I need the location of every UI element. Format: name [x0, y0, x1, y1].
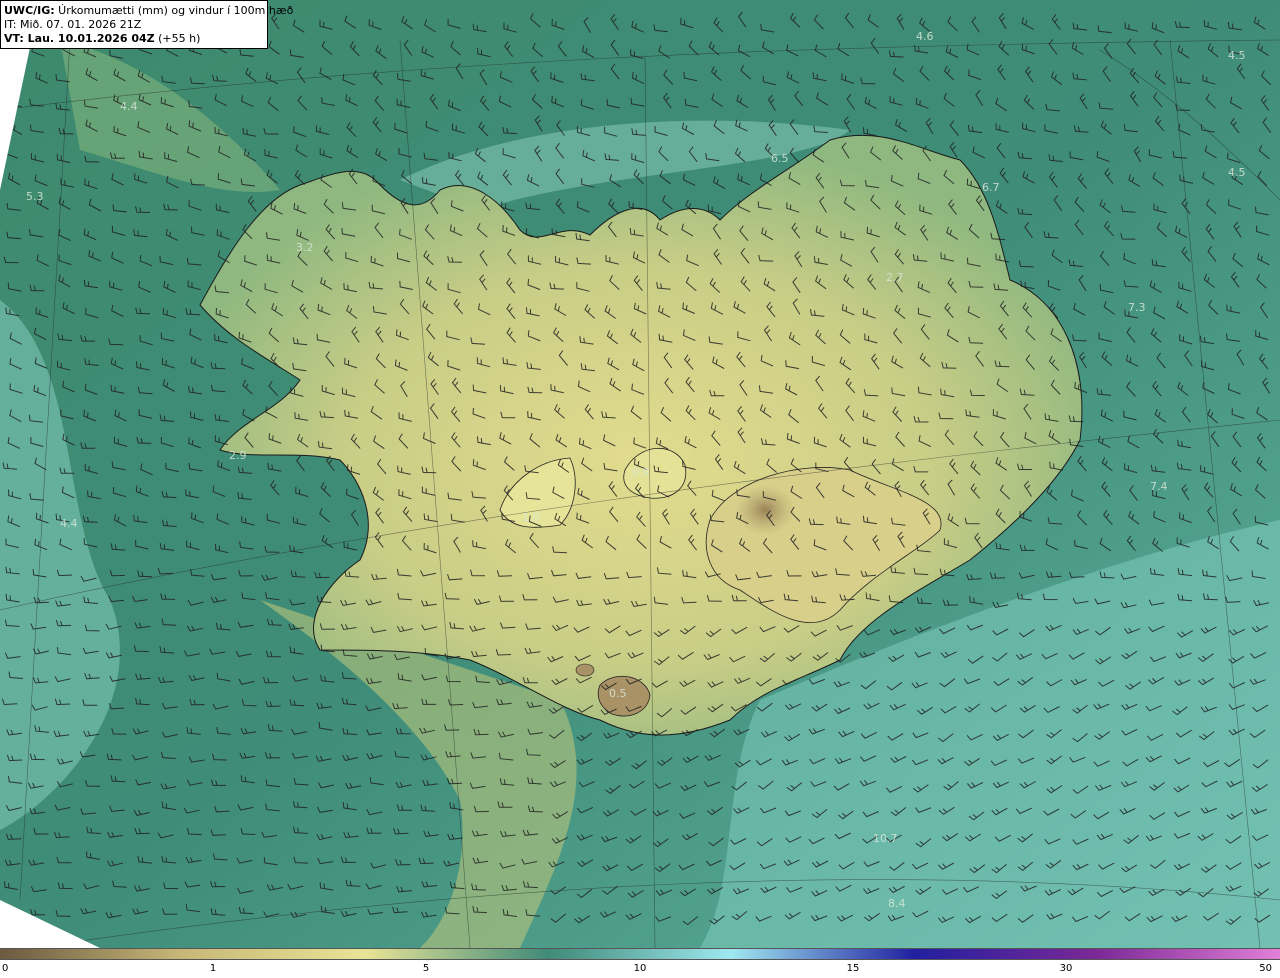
value-label: 10.7: [873, 832, 898, 845]
value-label: 8.4: [888, 897, 906, 910]
forecast-lead: (+55 h): [154, 32, 201, 45]
product-title-line: UWC/IG: Úrkomumætti (mm) og vindur í 100…: [4, 4, 293, 18]
value-label: 0.9: [632, 466, 650, 479]
issue-time: IT: Mið. 07. 01. 2026 21Z: [4, 18, 142, 31]
value-label: 1.0: [522, 511, 540, 524]
value-label: 0.5: [609, 687, 627, 700]
value-label: 6.5: [771, 152, 789, 165]
colorbar-tick: 1: [209, 963, 217, 974]
value-label: 5.3: [26, 190, 44, 203]
colorbar-tick: 15: [846, 963, 860, 974]
value-label: 6.7: [982, 181, 1000, 194]
vatnajokull-high-area: [735, 485, 795, 535]
value-label: 4.6: [916, 30, 934, 43]
valid-time: VT: Lau. 10.01.2026 04Z: [4, 32, 155, 45]
colorbar-tick: 50: [1259, 963, 1272, 974]
eyjafjallajokull: [575, 663, 595, 677]
precipitation-map: 4.6 4.5 4.4 6.5 4.5 5.3 6.7 3.2 2.7 7.3 2.9 7.4 4.4 1…: [0, 0, 1280, 948]
value-label: 2.9: [229, 449, 247, 462]
value-label: 3.2: [296, 241, 314, 254]
colorbar-ticks: 0 1 5 10 15 30 50: [0, 960, 1280, 978]
valid-time-line: VT: Lau. 10.01.2026 04Z (+55 h): [4, 32, 264, 46]
value-label: 4.5: [1228, 166, 1246, 179]
value-label: 4.4: [120, 100, 138, 113]
value-label: 4.4: [60, 517, 78, 530]
colorbar-tick: 5: [422, 963, 430, 974]
value-label: 7.4: [1150, 480, 1168, 493]
forecast-info-box: UWC/IG: Úrkomumætti (mm) og vindur í 100…: [0, 0, 293, 49]
product-name: UWC/IG:: [4, 4, 55, 17]
value-label: 2.7: [886, 271, 904, 284]
value-label: 7.3: [1128, 301, 1146, 314]
value-label: 4.5: [1228, 49, 1246, 62]
colorbar-tick: 30: [1059, 963, 1073, 974]
colorbar-tick: 0: [2, 963, 9, 974]
colorbar-tick: 10: [633, 963, 647, 974]
product-description: Úrkomumætti (mm) og vindur í 100m hæð: [54, 4, 294, 17]
precipitation-colorbar: [0, 948, 1280, 960]
map-container: 4.6 4.5 4.4 6.5 4.5 5.3 6.7 3.2 2.7 7.3 2.9 7.4 4.4 1…: [0, 0, 1280, 978]
